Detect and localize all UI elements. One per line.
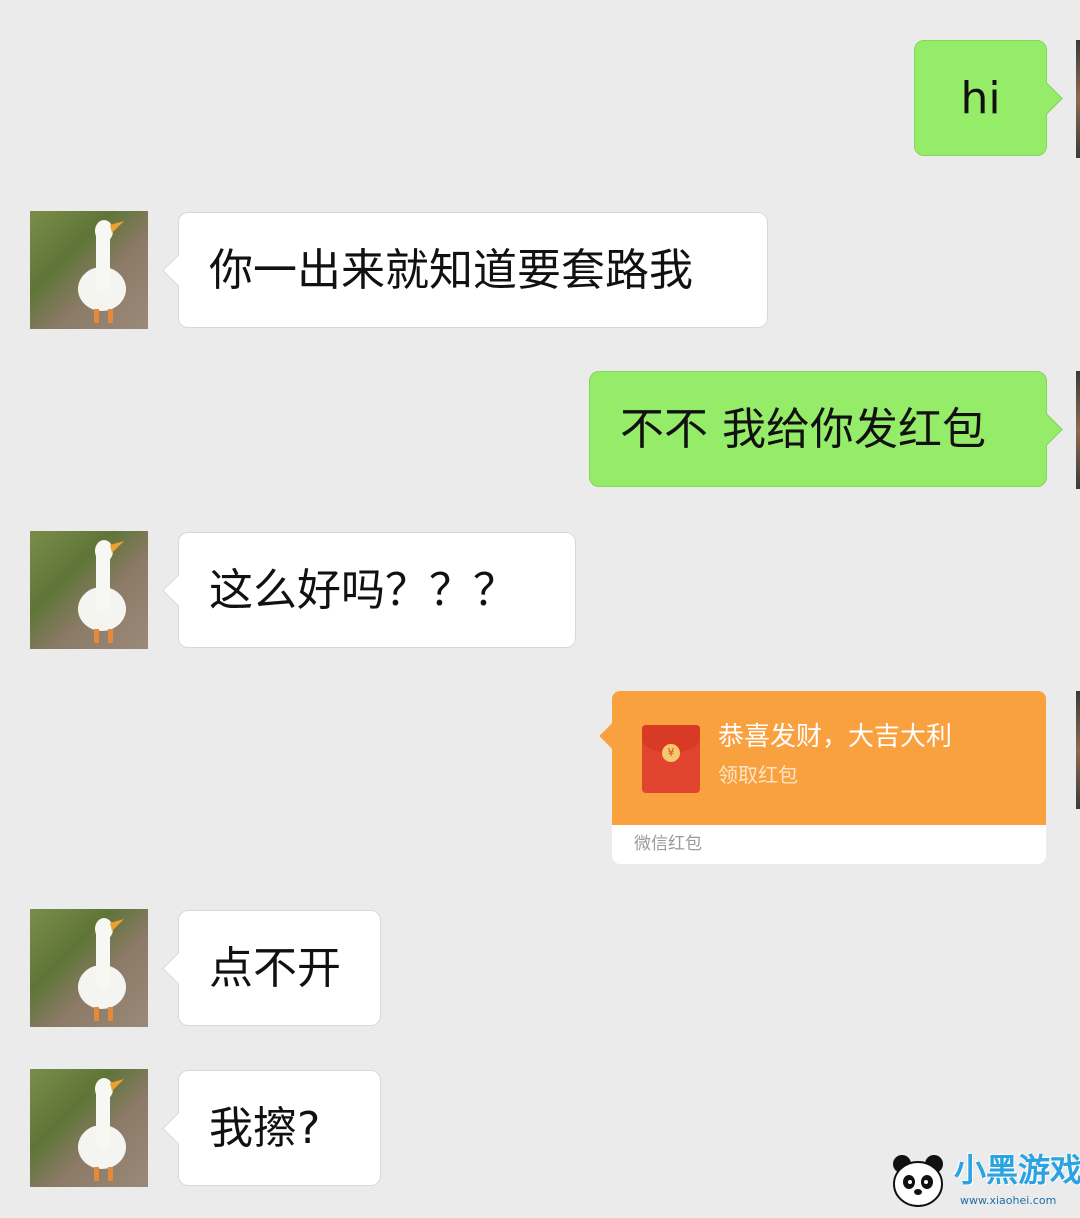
watermark-logo-text: 小黑游戏 xyxy=(954,1151,1080,1189)
contact-avatar[interactable] xyxy=(30,909,148,1027)
contact-avatar[interactable] xyxy=(30,211,148,329)
goose-avatar-image xyxy=(78,220,126,323)
red-packet-footer: 微信红包 xyxy=(634,834,702,854)
message-text: 我擦? xyxy=(209,1103,321,1154)
incoming-message-bubble[interactable]: 这么好吗？？？ xyxy=(178,532,576,648)
self-avatar[interactable] xyxy=(1076,691,1080,809)
red-envelope-icon: ¥ xyxy=(642,725,700,793)
outgoing-message-bubble[interactable]: 不不 我给你发红包 xyxy=(589,371,1047,487)
red-packet-footer-bar: 微信红包 xyxy=(612,825,1046,864)
red-packet-title: 恭喜发财，大吉大利 xyxy=(718,722,953,752)
incoming-message-bubble[interactable]: 我擦? xyxy=(178,1070,381,1186)
site-watermark: 小黑游戏 www.xiaohei.com xyxy=(888,1148,1080,1214)
watermark-url: www.xiaohei.com xyxy=(960,1194,1057,1207)
outgoing-message-bubble[interactable]: hi xyxy=(914,40,1047,156)
message-text: hi xyxy=(960,73,1001,124)
panda-logo-icon xyxy=(893,1155,943,1207)
message-text: 你一出来就知道要套路我 xyxy=(209,245,693,296)
red-packet-message[interactable]: ¥ 恭喜发财，大吉大利 领取红包 微信红包 xyxy=(612,691,1046,864)
coin-icon: ¥ xyxy=(662,744,680,762)
self-avatar[interactable] xyxy=(1076,371,1080,489)
goose-avatar-image xyxy=(78,1078,126,1181)
message-text: 不不 我给你发红包 xyxy=(620,404,986,455)
red-packet-subtitle: 领取红包 xyxy=(718,763,798,787)
contact-avatar[interactable] xyxy=(30,1069,148,1187)
message-text: 这么好吗？？？ xyxy=(209,565,517,616)
message-text: 点不开 xyxy=(209,943,341,994)
incoming-message-bubble[interactable]: 你一出来就知道要套路我 xyxy=(178,212,768,328)
self-avatar[interactable] xyxy=(1076,40,1080,158)
red-packet-card[interactable]: ¥ 恭喜发财，大吉大利 领取红包 xyxy=(612,691,1046,825)
contact-avatar[interactable] xyxy=(30,531,148,649)
goose-avatar-image xyxy=(78,540,126,643)
incoming-message-bubble[interactable]: 点不开 xyxy=(178,910,381,1026)
goose-avatar-image xyxy=(78,918,126,1021)
